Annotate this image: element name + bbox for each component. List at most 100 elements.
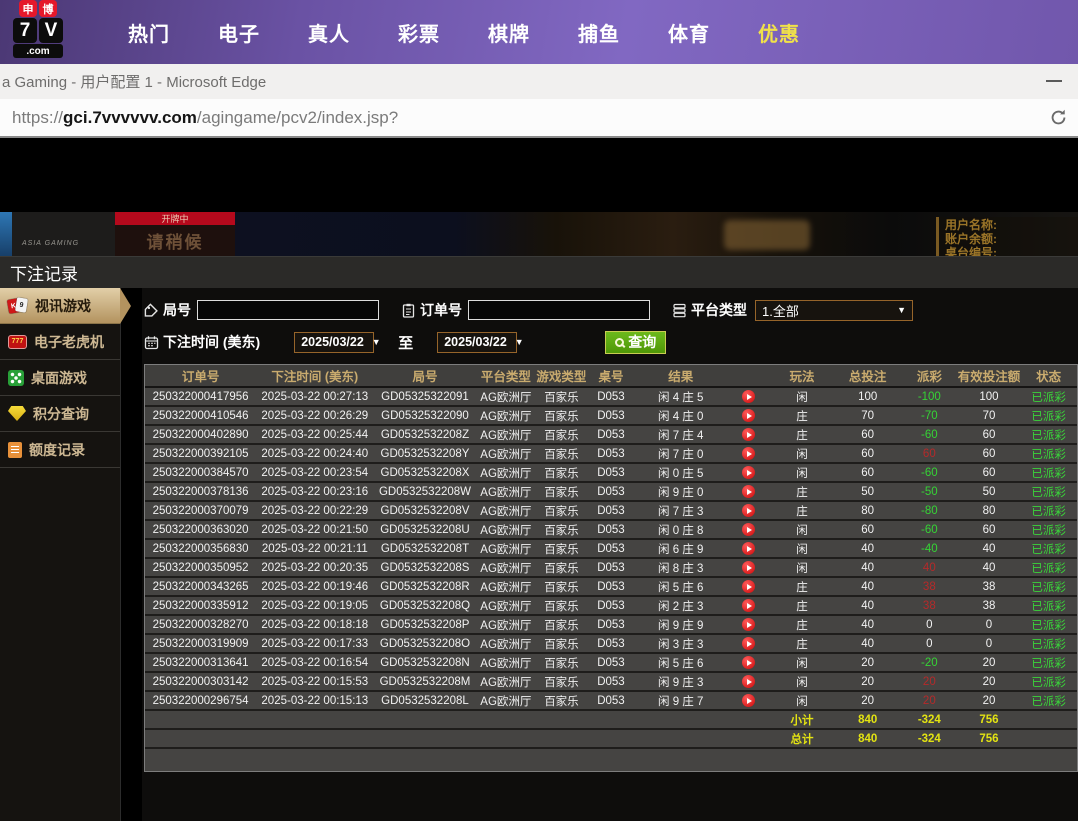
date-from-value: 2025/03/22 [301,335,364,349]
cell-bet-side: 闲 [770,653,835,672]
table-row: 250322000296754 2025-03-22 00:15:13 GD05… [145,691,1077,710]
nav-item-slots[interactable]: 电子 [194,18,284,47]
play-video-icon[interactable] [742,561,755,574]
cell-status: 已派彩 [1020,558,1077,577]
table-row: 250322000303142 2025-03-22 00:15:53 GD05… [145,672,1077,691]
play-video-icon[interactable] [742,447,755,460]
page-root: 申 博 7 V .com 热门 电子 真人 彩票 棋牌 捕鱼 体育 优惠 a G… [0,0,1078,821]
nav-item-live[interactable]: 真人 [284,18,374,47]
cell-table: D053 [588,387,634,406]
date-from-select[interactable]: 2025/03/22 [294,332,374,353]
bet-records-table-wrap: 订单号 下注时间 (美东) 局号 平台类型 游戏类型 桌号 结果 玩法 总投注 … [144,364,1078,772]
cell-table: D053 [588,691,634,710]
cell-platform: AG欧洲厅 [477,425,536,444]
cell-play [727,501,769,520]
cell-status: 已派彩 [1020,501,1077,520]
round-number-group: 局号 [144,300,379,320]
nav-item-hot[interactable]: 热门 [104,18,194,47]
cell-payout: -60 [901,463,958,482]
platform-type-group: 平台类型 1.全部 [672,300,913,321]
cell-round: GD0532532208S [373,558,476,577]
col-header-play [727,365,769,387]
col-header-result: 结果 [634,365,727,387]
play-video-icon[interactable] [742,523,755,536]
play-video-icon[interactable] [742,694,755,707]
cell-bet-side: 庄 [770,634,835,653]
cell-order: 250322000335912 [145,596,256,615]
cell-payout: -60 [901,425,958,444]
nav-item-fishing[interactable]: 捕鱼 [554,18,644,47]
play-video-icon[interactable] [742,504,755,517]
cell-time: 2025-03-22 00:18:18 [256,615,373,634]
round-number-label: 局号 [163,300,191,320]
nav-item-lottery[interactable]: 彩票 [374,18,464,47]
cell-result: 闲 0 庄 5 [634,463,727,482]
cell-game: 百家乐 [535,444,588,463]
cell-table: D053 [588,482,634,501]
nav-item-promo[interactable]: 优惠 [734,18,824,47]
play-video-icon[interactable] [742,637,755,650]
sidebar-item-credit-records[interactable]: 额度记录 [0,432,120,468]
cell-total-bet: 60 [834,444,901,463]
play-video-icon[interactable] [742,466,755,479]
cell-total-bet: 20 [834,672,901,691]
summary-valid-bet: 756 [958,729,1021,748]
cell-order: 250322000363020 [145,520,256,539]
play-video-icon[interactable] [742,618,755,631]
play-video-icon[interactable] [742,428,755,441]
search-button[interactable]: 查询 [605,331,666,354]
minimize-button[interactable] [1046,80,1062,82]
cell-order: 250322000303142 [145,672,256,691]
cell-platform: AG欧洲厅 [477,596,536,615]
cell-payout: -70 [901,406,958,425]
cell-game: 百家乐 [535,539,588,558]
cell-table: D053 [588,577,634,596]
bet-records-table: 订单号 下注时间 (美东) 局号 平台类型 游戏类型 桌号 结果 玩法 总投注 … [145,365,1077,749]
cell-order: 250322000417956 [145,387,256,406]
cell-platform: AG欧洲厅 [477,539,536,558]
round-number-input[interactable] [197,300,379,320]
play-video-icon[interactable] [742,656,755,669]
order-number-input[interactable] [468,300,650,320]
cell-total-bet: 40 [834,577,901,596]
play-video-icon[interactable] [742,409,755,422]
platform-type-select[interactable]: 1.全部 [755,300,913,321]
cell-status: 已派彩 [1020,482,1077,501]
play-video-icon[interactable] [742,390,755,403]
sidebar-item-points-query[interactable]: 积分查询 [0,396,120,432]
sidebar-item-table-games[interactable]: 桌面游戏 [0,360,120,396]
cell-valid-bet: 40 [958,558,1021,577]
cell-result: 闲 8 庄 3 [634,558,727,577]
cell-valid-bet: 50 [958,482,1021,501]
col-header-status: 状态 [1020,365,1077,387]
play-video-icon[interactable] [742,580,755,593]
col-header-game: 游戏类型 [535,365,588,387]
cell-play [727,596,769,615]
cell-play [727,520,769,539]
table-row: 250322000392105 2025-03-22 00:24:40 GD05… [145,444,1077,463]
sidebar-item-live-games[interactable]: K9 视讯游戏 [0,288,120,324]
logo-badge-2: 博 [39,0,57,17]
cell-play [727,672,769,691]
site-logo[interactable]: 申 博 7 V .com [8,0,68,58]
nav-item-sports[interactable]: 体育 [644,18,734,47]
table-row: 250322000417956 2025-03-22 00:27:13 GD05… [145,387,1077,406]
browser-urlbar[interactable]: https://gci.7vvvvvv.com/agingame/pcv2/in… [0,99,1078,138]
refresh-icon[interactable] [1049,108,1068,127]
game-strip: ASIA GAMING 开牌中 请稍候 用户名称: 账户余额: 桌台编号: [0,212,1078,256]
cell-table: D053 [588,425,634,444]
play-video-icon[interactable] [742,599,755,612]
sidebar-item-slot-machines[interactable]: 777 电子老虎机 [0,324,120,360]
play-video-icon[interactable] [742,542,755,555]
cell-status: 已派彩 [1020,387,1077,406]
cell-round: GD0532532208L [373,691,476,710]
sidebar: K9 视讯游戏 777 电子老虎机 桌面游戏 积分查询 额度记录 [0,288,121,821]
play-video-icon[interactable] [742,485,755,498]
date-to-select[interactable]: 2025/03/22 [437,332,517,353]
live-table-tile: 开牌中 请稍候 [115,212,235,256]
cell-total-bet: 60 [834,520,901,539]
cell-payout: -50 [901,482,958,501]
nav-item-boardgame[interactable]: 棋牌 [464,18,554,47]
play-video-icon[interactable] [742,675,755,688]
asia-gaming-label: ASIA GAMING [22,240,79,247]
